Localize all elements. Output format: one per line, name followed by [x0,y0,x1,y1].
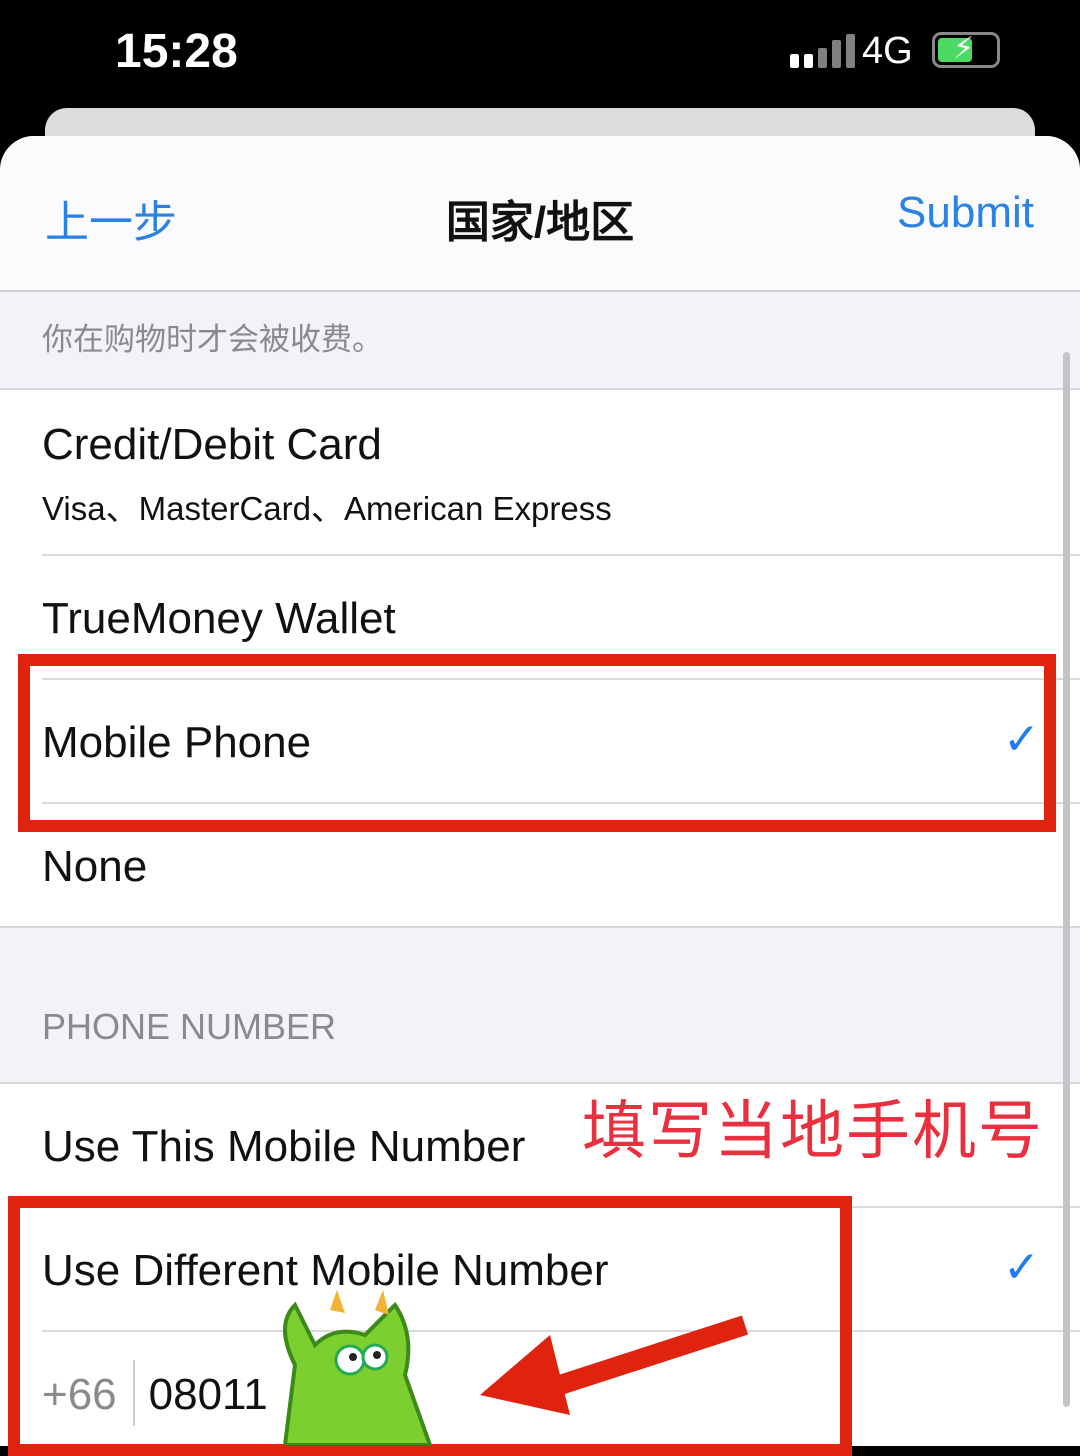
sticker-monster [282,1290,433,1445]
arrow-annotation [480,1315,749,1415]
